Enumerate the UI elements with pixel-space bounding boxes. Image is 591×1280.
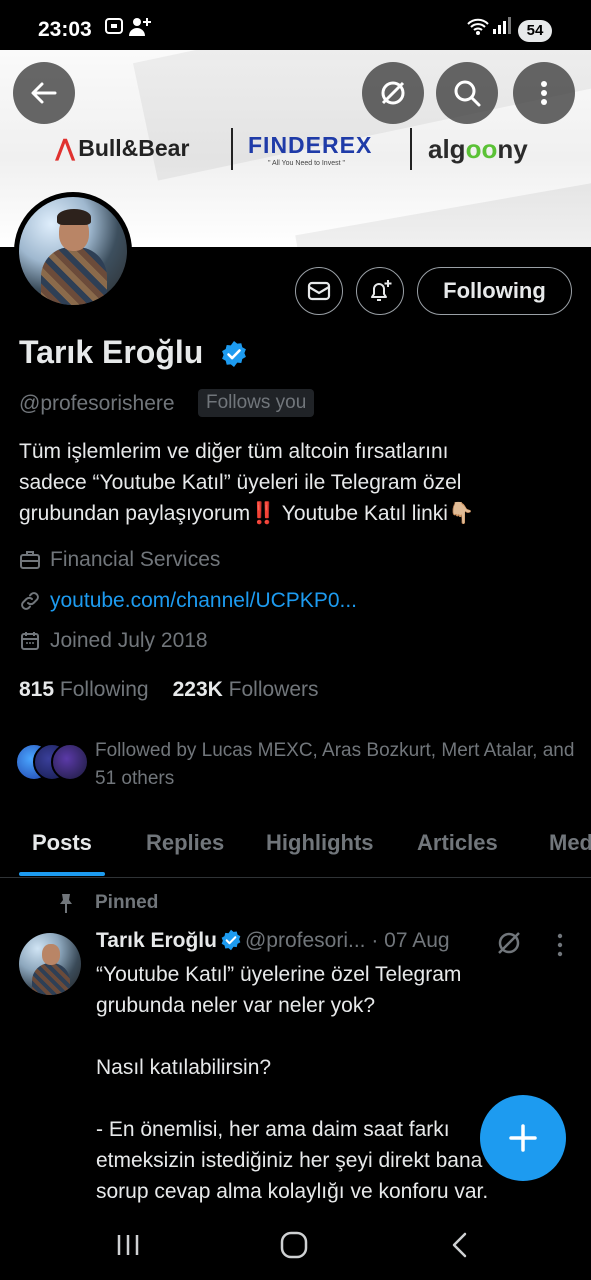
- following-button[interactable]: Following: [417, 267, 572, 315]
- signal-icon: [491, 16, 513, 41]
- pinned-label: Pinned: [55, 892, 158, 914]
- screenshot-icon: [104, 16, 124, 41]
- post-author-handle[interactable]: @profesori...: [245, 929, 366, 952]
- more-vertical-icon: [541, 81, 547, 105]
- profile-category: Financial Services: [19, 548, 220, 572]
- calendar-icon: [21, 632, 39, 650]
- person-add-icon: [128, 16, 152, 43]
- tab-posts[interactable]: Posts: [32, 830, 92, 856]
- pin-icon: [60, 894, 72, 913]
- status-time: 23:03: [38, 18, 92, 41]
- tab-highlights[interactable]: Highlights: [266, 830, 374, 856]
- notifications-button[interactable]: [356, 267, 404, 315]
- bull-bear-logo: ⋀ Bull&Bear: [55, 135, 190, 162]
- post-more-icon[interactable]: [550, 932, 570, 958]
- double-exclamation-emoji: ‼️: [250, 502, 277, 525]
- link-icon: [21, 592, 39, 610]
- profile-tabs: Posts Replies Highlights Articles Media: [0, 818, 591, 878]
- tab-media[interactable]: Media: [549, 830, 591, 856]
- message-button[interactable]: [295, 267, 343, 315]
- bio-line: Tüm işlemlerim ve diğer tüm altcoin fırs…: [19, 440, 449, 463]
- search-icon: [454, 80, 481, 107]
- followers-count-link[interactable]: 223K Followers: [173, 678, 319, 701]
- grok-icon: [381, 81, 405, 105]
- post-author-name[interactable]: Tarık Eroğlu: [96, 929, 217, 952]
- profile-name: Tarık Eroğlu: [19, 334, 204, 370]
- arrow-left-icon: [31, 82, 57, 104]
- post-line: [96, 1021, 566, 1052]
- nav-back-icon[interactable]: [446, 1230, 476, 1260]
- profile-link[interactable]: youtube.com/channel/UCPKP0...: [50, 589, 357, 613]
- grok-button[interactable]: [362, 62, 424, 124]
- verified-badge-icon[interactable]: [220, 340, 248, 368]
- profile-bio: Tüm işlemlerim ve diğer tüm altcoin fırs…: [19, 436, 574, 529]
- status-bar: 23:03 54: [0, 0, 591, 50]
- battery-indicator: 54: [518, 20, 552, 42]
- recent-apps-icon[interactable]: [113, 1230, 143, 1260]
- home-icon[interactable]: [279, 1230, 309, 1260]
- profile-link-row[interactable]: youtube.com/channel/UCPKP0...: [19, 589, 357, 613]
- post-line: “Youtube Katıl” üyelerine özel Telegram: [96, 963, 462, 986]
- sponsor-logos: ⋀ Bull&Bear FINDEREX " All You Need to In…: [55, 128, 555, 174]
- follows-you-badge: Follows you: [198, 389, 315, 417]
- compose-post-button[interactable]: [480, 1095, 566, 1181]
- post-line: sorup cevap alma kolaylığı ve konforu va…: [96, 1180, 489, 1203]
- search-button[interactable]: [436, 62, 498, 124]
- briefcase-icon: [20, 551, 40, 569]
- plus-icon: [509, 1124, 537, 1152]
- profile-joined: Joined July 2018: [19, 629, 208, 653]
- followed-by-avatars[interactable]: [15, 743, 89, 783]
- avatar: [51, 743, 89, 781]
- mail-icon: [307, 281, 331, 301]
- profile-avatar[interactable]: [14, 192, 132, 310]
- finderex-logo: FINDEREX: [248, 132, 373, 158]
- bio-line: grubundan paylaşıyorum‼️ Youtube Katıl l…: [19, 502, 475, 525]
- back-button[interactable]: [13, 62, 75, 124]
- grok-icon[interactable]: [495, 929, 523, 957]
- post-line: Nasıl katılabilirsin?: [96, 1056, 272, 1079]
- wifi-icon: [466, 16, 490, 41]
- profile-handle: @profesorishere: [19, 392, 175, 415]
- post-author-avatar[interactable]: [19, 933, 81, 995]
- post-header: Tarık Eroğlu @profesori... · 07 Aug: [96, 929, 450, 953]
- more-options-button[interactable]: [513, 62, 575, 124]
- post-line: grubunda neler var neler yok?: [96, 994, 376, 1017]
- bio-line: sadece “Youtube Katıl” üyeleri ile Teleg…: [19, 471, 462, 494]
- verified-badge-icon: [221, 929, 241, 951]
- bell-plus-icon: [371, 280, 392, 301]
- follow-stats: 815 Following 223K Followers: [19, 678, 319, 702]
- point-down-emoji: 👇🏼: [447, 502, 475, 525]
- finderex-tagline: " All You Need to Invest ": [268, 160, 345, 167]
- post-date[interactable]: · 07 Aug: [371, 929, 449, 952]
- tab-replies[interactable]: Replies: [146, 830, 224, 856]
- tab-articles[interactable]: Articles: [417, 830, 498, 856]
- following-count-link[interactable]: 815 Following: [19, 678, 149, 701]
- followed-by-text[interactable]: Followed by Lucas MEXC, Aras Bozkurt, Me…: [95, 737, 580, 793]
- algoony-logo: algoony: [428, 134, 528, 164]
- system-nav-bar: [0, 1210, 591, 1280]
- active-tab-indicator: [19, 872, 105, 876]
